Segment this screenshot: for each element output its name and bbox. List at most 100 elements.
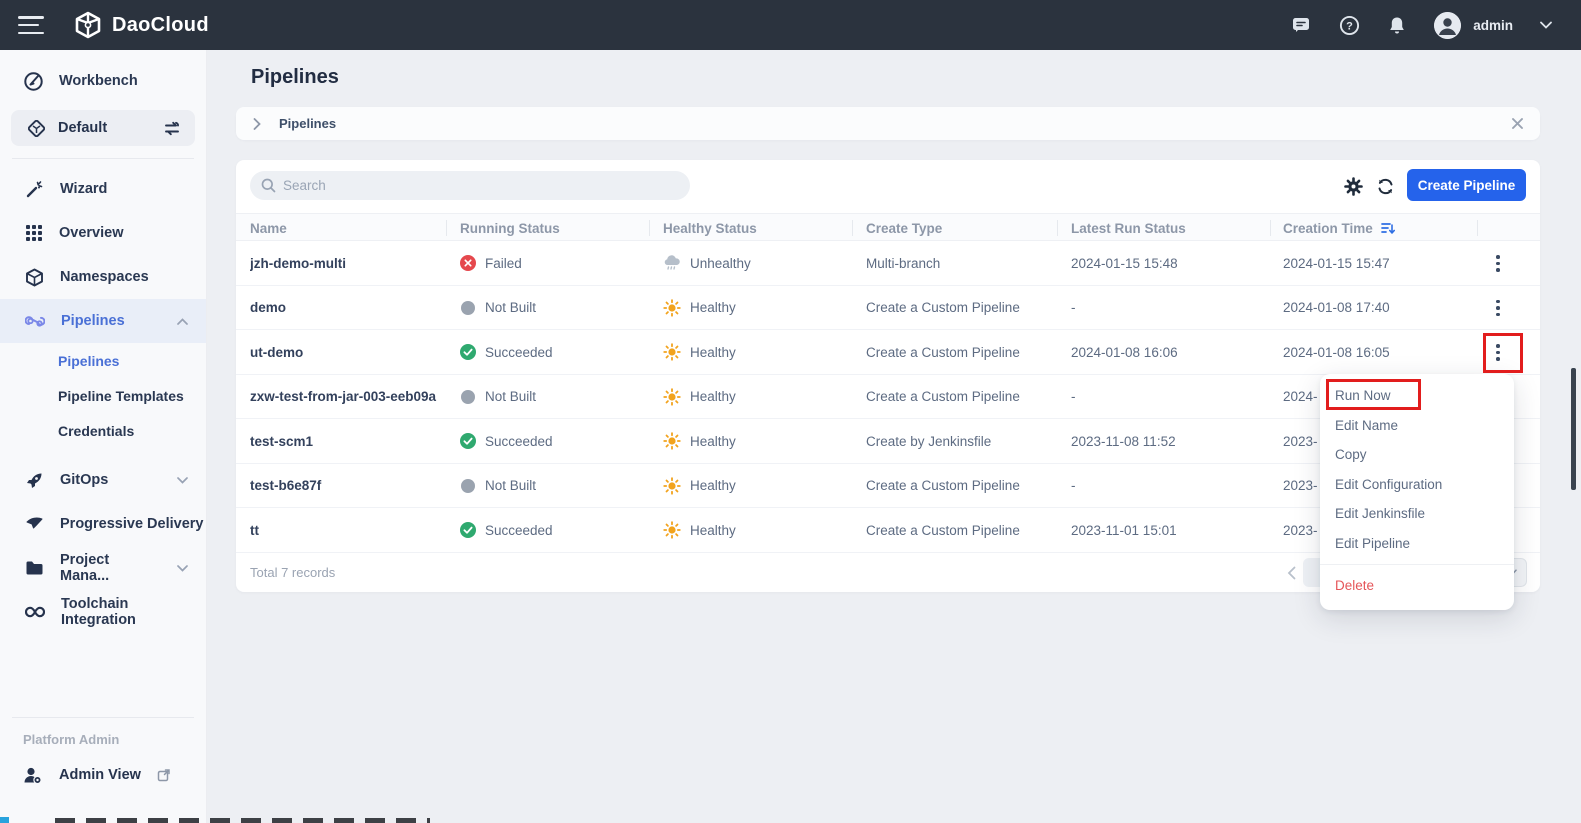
workspace-switch-icon[interactable] <box>163 121 181 136</box>
pipeline-name-cell[interactable]: zxw-test-from-jar-003-eeb09a <box>250 375 445 420</box>
create-type-cell: Create a Custom Pipeline <box>866 464 1064 509</box>
sun-healthy-icon <box>663 343 681 361</box>
sidebar-subitem-pipelines[interactable]: Pipelines <box>0 343 206 378</box>
breadcrumb-item[interactable]: Pipelines <box>279 116 336 131</box>
workbench-label: Workbench <box>59 73 138 89</box>
pipeline-name-cell[interactable]: jzh-demo-multi <box>250 241 445 286</box>
latest-run-status-cell: 2024-01-15 15:48 <box>1071 241 1276 286</box>
settings-gear-icon[interactable] <box>1342 175 1364 197</box>
folder-icon <box>25 560 44 576</box>
screen: DaoCloud ? admin Work <box>0 0 1581 823</box>
column-header-latest-run-status: Latest Run Status <box>1071 214 1186 242</box>
sidebar-item-pipelines[interactable]: Pipelines <box>0 299 206 343</box>
search-input[interactable] <box>283 178 663 193</box>
pipelines-icon <box>25 311 45 331</box>
admin-user-icon <box>23 766 43 785</box>
table-header: Name Running Status Healthy Status Creat… <box>236 213 1540 241</box>
sidebar-item-label: Overview <box>59 225 124 241</box>
sun-healthy-icon <box>663 388 681 406</box>
create-type-cell: Create a Custom Pipeline <box>866 508 1064 553</box>
latest-run-status-cell: - <box>1071 375 1276 420</box>
menu-item-copy[interactable]: Copy <box>1320 440 1514 470</box>
column-header-creation-time: Creation Time <box>1283 214 1395 242</box>
sidebar-workbench[interactable]: Workbench <box>0 58 206 104</box>
sidebar-subitem-label: Pipeline Templates <box>58 388 184 404</box>
sort-descending-icon[interactable] <box>1381 222 1395 235</box>
column-header-name: Name <box>250 214 287 242</box>
row-actions-kebab-icon[interactable] <box>1482 330 1514 375</box>
table-row: ut-demoSucceededHealthyCreate a Custom P… <box>236 330 1540 375</box>
brand-name: DaoCloud <box>112 14 209 37</box>
sidebar-subitem-credentials[interactable]: Credentials <box>0 413 206 448</box>
menu-item-run-now[interactable]: Run Now <box>1320 381 1514 411</box>
sidebar-divider <box>12 717 194 718</box>
overview-grid-icon <box>25 224 43 242</box>
workspace-selector[interactable]: Default <box>11 110 195 146</box>
sidebar-item-progressive-delivery[interactable]: Progressive Delivery <box>0 502 206 546</box>
help-icon[interactable]: ? <box>1338 14 1360 36</box>
pipeline-name-cell[interactable]: test-b6e87f <box>250 464 445 509</box>
menu-item-edit-name[interactable]: Edit Name <box>1320 411 1514 441</box>
sun-healthy-icon <box>663 432 681 450</box>
chevron-down-icon[interactable] <box>177 565 188 572</box>
latest-run-status-cell: 2024-01-08 16:06 <box>1071 330 1276 375</box>
sidebar-item-wizard[interactable]: Wizard <box>0 167 206 211</box>
chevron-down-icon[interactable] <box>177 477 188 484</box>
breadcrumb-bar: Pipelines <box>236 107 1540 140</box>
sidebar-subitem-label: Pipelines <box>58 353 119 369</box>
pipeline-name-cell[interactable]: demo <box>250 286 445 331</box>
page-title: Pipelines <box>251 66 339 89</box>
sidebar-item-overview[interactable]: Overview <box>0 211 206 255</box>
refresh-icon[interactable] <box>1374 175 1396 197</box>
healthy-status-cell: Healthy <box>663 508 858 553</box>
sidebar-item-toolchain-integration[interactable]: Toolchain Integration <box>0 590 206 634</box>
notification-bell-icon[interactable] <box>1386 14 1408 36</box>
row-actions-kebab-icon[interactable] <box>1482 286 1514 331</box>
pagination-prev-icon[interactable] <box>1279 561 1303 585</box>
table-row: demoNot BuiltHealthyCreate a Custom Pipe… <box>236 286 1540 331</box>
rain-cloud-unhealthy-icon <box>663 255 681 271</box>
breadcrumb-chevron-right-icon[interactable] <box>253 118 261 130</box>
menu-item-delete[interactable]: Delete <box>1320 571 1514 601</box>
sidebar-item-gitops[interactable]: GitOps <box>0 458 206 502</box>
not-built-icon <box>460 389 476 405</box>
chat-icon[interactable] <box>1290 14 1312 36</box>
vertical-scrollbar-thumb[interactable] <box>1571 368 1576 490</box>
column-header-healthy-status: Healthy Status <box>663 214 757 242</box>
sidebar-item-project-management[interactable]: Project Mana... <box>0 546 206 590</box>
create-pipeline-button[interactable]: Create Pipeline <box>1407 169 1526 201</box>
menu-item-edit-pipeline[interactable]: Edit Pipeline <box>1320 529 1514 559</box>
running-status-cell: Failed <box>460 241 655 286</box>
breadcrumb-close-icon[interactable] <box>1511 117 1524 130</box>
creation-time-cell: 2024-01-08 17:40 <box>1283 286 1468 331</box>
pipeline-name-cell[interactable]: test-scm1 <box>250 419 445 464</box>
running-status-cell: Not Built <box>460 464 655 509</box>
sidebar-item-admin-view[interactable]: Admin View <box>0 753 206 797</box>
user-avatar[interactable] <box>1434 12 1461 39</box>
search-icon <box>261 178 276 193</box>
hamburger-menu-icon[interactable] <box>18 16 44 34</box>
sidebar-item-namespaces[interactable]: Namespaces <box>0 255 206 299</box>
running-status-cell: Not Built <box>460 286 655 331</box>
create-type-cell: Create a Custom Pipeline <box>866 375 1064 420</box>
sidebar-item-label: GitOps <box>60 472 108 488</box>
menu-item-edit-jenkinsfile[interactable]: Edit Jenkinsfile <box>1320 499 1514 529</box>
workspace-label: Default <box>58 120 107 136</box>
sidebar: Workbench Default Wizard Overview <box>0 50 207 823</box>
create-type-cell: Create a Custom Pipeline <box>866 286 1064 331</box>
screen-edge-artifact <box>0 817 9 823</box>
sidebar-item-label: Project Mana... <box>60 552 161 584</box>
row-actions-context-menu: Run Now Edit Name Copy Edit Configuratio… <box>1320 374 1514 610</box>
create-type-cell: Create a Custom Pipeline <box>866 330 1064 375</box>
column-header-running-status: Running Status <box>460 214 560 242</box>
pipeline-name-cell[interactable]: tt <box>250 508 445 553</box>
pipeline-name-cell[interactable]: ut-demo <box>250 330 445 375</box>
row-actions-kebab-icon[interactable] <box>1482 241 1514 286</box>
chevron-up-icon[interactable] <box>177 318 188 325</box>
sidebar-subitem-pipeline-templates[interactable]: Pipeline Templates <box>0 378 206 413</box>
username-label: admin <box>1473 18 1513 33</box>
running-status-cell: Succeeded <box>460 330 655 375</box>
user-menu-chevron-down-icon[interactable] <box>1539 14 1553 36</box>
infinity-icon <box>25 606 45 618</box>
menu-item-edit-configuration[interactable]: Edit Configuration <box>1320 470 1514 500</box>
